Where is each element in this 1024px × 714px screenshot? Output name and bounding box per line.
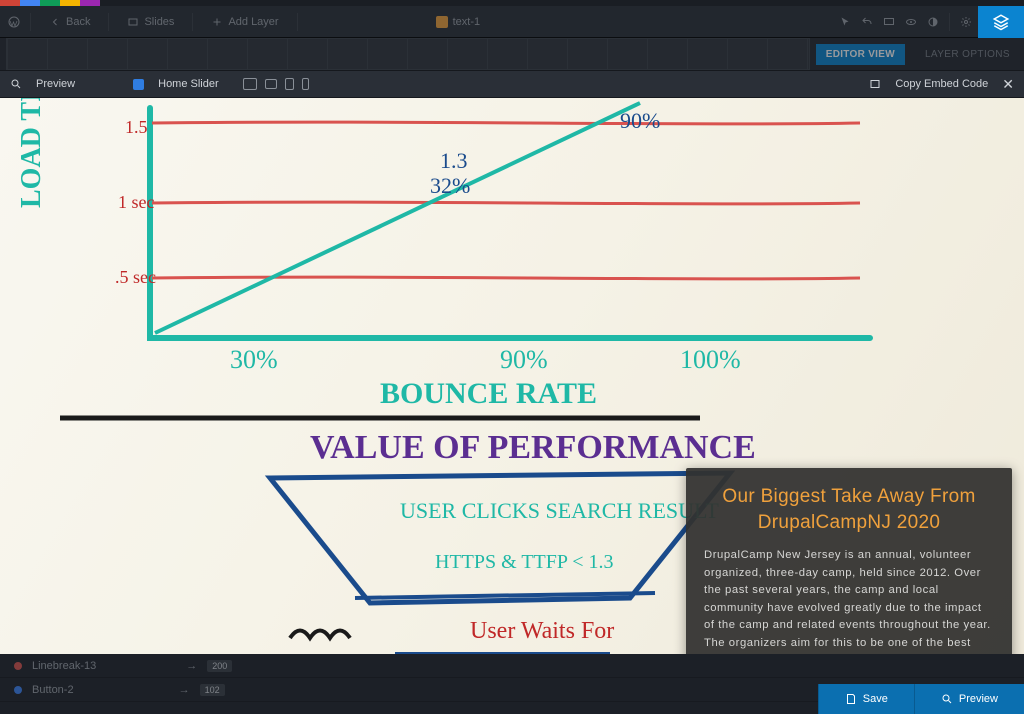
preview-label: Preview [36,78,75,90]
add-layer-label: Add Layer [228,16,278,28]
layer-tag: 200 [207,660,232,672]
desktop-icon[interactable] [883,16,895,28]
whiteboard-heading: VALUE OF PERFORMANCE [310,429,756,466]
layer-text-1[interactable]: text-1 [428,12,489,32]
preview-bar: Preview Home Slider Copy Embed Code ✕ [0,70,1024,98]
layers-panel-toggle[interactable] [978,6,1024,38]
plus-icon [211,16,223,28]
funnel-row-2: User Waits For [470,618,614,644]
preview-button[interactable]: Preview [914,684,1024,714]
cursor-icon[interactable] [839,16,851,28]
visibility-dot-icon[interactable] [14,686,22,694]
add-layer-button[interactable]: Add Layer [203,12,286,32]
y-tick-1sec: 1 sec [118,192,154,212]
funnel-row-1b: HTTPS & TTFP < 1.3 [435,551,614,573]
editor-subbar: EDITOR VIEW LAYER OPTIONS [0,38,1024,70]
layer-name: Button-2 [32,684,74,696]
device-phone-icon[interactable] [302,78,309,90]
layer-options-label[interactable]: LAYER OPTIONS [911,49,1024,60]
embed-icon [869,78,881,90]
layer-row-linebreak[interactable]: Linebreak-13 → 200 [0,654,1024,678]
annotation-90pct: 90% [620,108,660,133]
back-label: Back [66,16,90,28]
wordpress-icon[interactable] [8,16,20,28]
caption-body: DrupalCamp New Jersey is an annual, volu… [704,547,994,654]
editor-toolbar: Back Slides Add Layer text-1 ? [0,6,1024,38]
device-tablet-icon[interactable] [285,78,294,90]
copy-embed-label[interactable]: Copy Embed Code [895,78,988,90]
contrast-icon[interactable] [927,16,939,28]
caption-title: Our Biggest Take Away From DrupalCampNJ … [704,484,994,535]
home-slider-label: Home Slider [158,78,219,90]
gear-icon[interactable] [960,16,972,28]
device-laptop-icon[interactable] [265,79,277,89]
slide-caption-card: Our Biggest Take Away From DrupalCampNJ … [686,468,1012,654]
y-axis-label: LOAD TI [16,98,47,208]
eye-icon[interactable] [905,16,917,28]
timeline-ruler[interactable] [6,38,810,70]
device-desktop-icon[interactable] [243,78,257,90]
x-tick-100: 100% [680,345,741,374]
bottom-action-bar: Save Preview [818,684,1024,714]
close-preview-button[interactable]: ✕ [1002,76,1014,93]
slides-button[interactable]: Slides [119,12,182,32]
y-tick-1.5: 1.5 [125,117,148,137]
slide-preview-canvas: LOAD TI 1.5 1 sec .5 sec 1.3 32% 90% 30%… [0,98,1024,654]
home-slider-checkbox[interactable] [133,79,144,90]
x-tick-30: 30% [230,345,278,374]
arrow-left-icon [49,16,61,28]
visibility-dot-icon[interactable] [14,662,22,670]
y-tick-.5sec: .5 sec [115,267,156,287]
text-icon [436,16,448,28]
annotation-1.3: 1.3 [440,148,468,173]
back-button[interactable]: Back [41,12,98,32]
slides-label: Slides [144,16,174,28]
layer-tag: 102 [200,684,225,696]
save-button[interactable]: Save [818,684,914,714]
layer-name: Linebreak-13 [32,660,96,672]
editor-view-button[interactable]: EDITOR VIEW [816,44,905,65]
search-icon[interactable] [10,78,22,90]
annotation-32pct: 32% [430,173,470,198]
x-axis-label: BOUNCE RATE [380,377,597,410]
layer-text-1-label: text-1 [453,16,481,28]
funnel-row-1a: USER CLICKS SEARCH RESULT [400,498,719,523]
device-preview-switcher [243,78,309,90]
x-tick-90: 90% [500,345,548,374]
slides-icon [127,16,139,28]
undo-icon[interactable] [861,16,873,28]
